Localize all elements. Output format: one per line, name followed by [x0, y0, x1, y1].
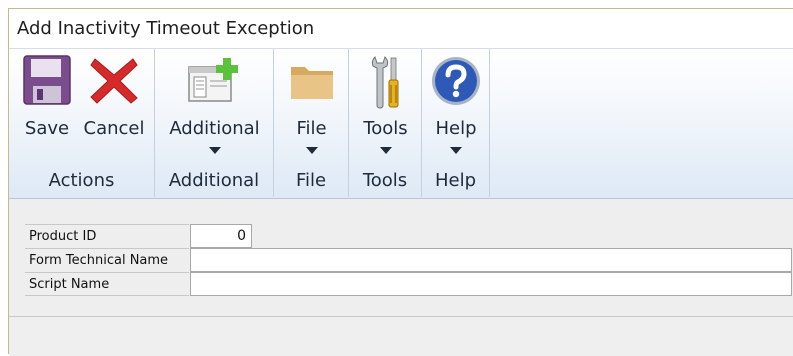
ribbon-group-actions: Save Cancel Actions [9, 49, 155, 197]
group-label-additional: Additional [168, 170, 260, 191]
help-dropdown-arrow-icon [450, 147, 462, 154]
group-label-help: Help [434, 170, 477, 191]
form-technical-name-field[interactable] [190, 248, 792, 272]
help-button[interactable]: Help [426, 51, 486, 166]
cancel-icon [89, 55, 139, 110]
cancel-button[interactable]: Cancel [81, 51, 147, 166]
additional-dropdown-arrow-icon [208, 147, 221, 154]
product-id-label: Product ID [25, 224, 189, 248]
window-title: Add Inactivity Timeout Exception [17, 18, 315, 39]
group-label-file: File [295, 170, 327, 191]
save-icon [23, 55, 71, 110]
form-row-form-technical-name: Form Technical Name [25, 248, 792, 272]
tools-icon [369, 55, 403, 114]
file-button[interactable]: File [280, 51, 343, 166]
save-button[interactable]: Save [17, 51, 77, 166]
ribbon-group-additional: Additional Additional [155, 49, 274, 197]
additional-icon [187, 55, 243, 110]
help-label: Help [435, 118, 477, 139]
form-technical-name-label: Form Technical Name [25, 248, 189, 272]
file-dropdown-arrow-icon [305, 147, 318, 154]
tools-button[interactable]: Tools [355, 51, 416, 166]
help-icon [430, 55, 482, 112]
form-row-script-name: Script Name [25, 272, 792, 296]
group-label-tools: Tools [362, 170, 408, 191]
folder-icon [289, 55, 335, 110]
ribbon-group-file: File File [274, 49, 349, 197]
group-label-actions: Actions [48, 170, 115, 191]
script-name-field[interactable] [190, 272, 792, 296]
window-status-bar [9, 316, 793, 356]
form-row-product-id: Product ID 0 [25, 224, 792, 248]
ribbon-group-tools: Tools Tools [349, 49, 422, 197]
ribbon: Save Cancel Actions Additional Additiona… [9, 49, 793, 199]
tools-dropdown-arrow-icon [379, 147, 392, 154]
cancel-label: Cancel [83, 118, 145, 139]
dialog-window: Add Inactivity Timeout Exception Save Ca… [8, 8, 793, 356]
additional-label: Additional [169, 118, 260, 139]
tools-label: Tools [363, 118, 408, 139]
title-bar: Add Inactivity Timeout Exception [9, 9, 793, 49]
save-label: Save [24, 118, 70, 139]
script-name-label: Script Name [25, 272, 189, 296]
ribbon-group-help: Help Help [422, 49, 490, 197]
additional-button[interactable]: Additional [161, 51, 268, 166]
file-label: File [296, 118, 327, 139]
product-id-field[interactable]: 0 [190, 224, 252, 248]
